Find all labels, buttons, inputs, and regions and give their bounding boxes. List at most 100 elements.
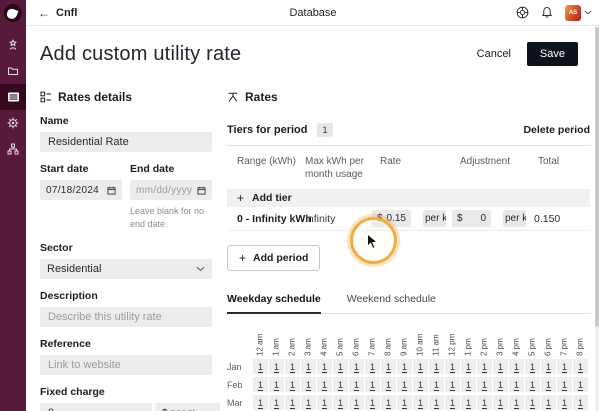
month-label: Mar bbox=[227, 395, 253, 410]
schedule-cell[interactable]: 1 bbox=[445, 395, 460, 410]
schedule-cell[interactable]: 1 bbox=[301, 395, 316, 410]
schedule-tabs: Weekday schedule Weekend schedule bbox=[227, 293, 590, 314]
adjustment-input[interactable]: $0 bbox=[452, 210, 491, 227]
schedule-cell[interactable]: 1 bbox=[285, 377, 300, 392]
schedule-cell[interactable]: 1 bbox=[253, 395, 268, 410]
schedule-cell[interactable]: 1 bbox=[445, 359, 460, 374]
rate-input[interactable]: $0.15 bbox=[372, 210, 411, 227]
schedule-cell[interactable]: 1 bbox=[333, 395, 348, 410]
save-button[interactable]: Save bbox=[527, 42, 578, 66]
schedule-cell[interactable]: 1 bbox=[253, 377, 268, 392]
schedule-cell[interactable]: 1 bbox=[381, 395, 396, 410]
rate-unit-select[interactable]: per k bbox=[423, 210, 446, 227]
schedule-cell[interactable]: 1 bbox=[541, 395, 556, 410]
schedule-cell[interactable]: 1 bbox=[509, 377, 524, 392]
schedule-cell[interactable]: 1 bbox=[477, 377, 492, 392]
schedule-cell[interactable]: 1 bbox=[269, 395, 284, 410]
schedule-cell[interactable]: 1 bbox=[541, 377, 556, 392]
schedule-cell[interactable]: 1 bbox=[445, 377, 460, 392]
schedule-cell[interactable]: 1 bbox=[525, 395, 540, 410]
sidebar-item-settings[interactable] bbox=[0, 110, 26, 136]
schedule-cell[interactable]: 1 bbox=[525, 359, 540, 374]
schedule-cell[interactable]: 1 bbox=[317, 395, 332, 410]
schedule-cell[interactable]: 1 bbox=[429, 395, 444, 410]
schedule-cell[interactable]: 1 bbox=[269, 377, 284, 392]
schedule-cell[interactable]: 1 bbox=[381, 377, 396, 392]
delete-period-button[interactable]: Delete period bbox=[523, 124, 590, 136]
schedule-cell[interactable]: 1 bbox=[397, 377, 412, 392]
add-period-button[interactable]: + Add period bbox=[227, 245, 320, 271]
schedule-cell[interactable]: 1 bbox=[557, 377, 572, 392]
breadcrumb[interactable]: Cnfl bbox=[56, 7, 77, 19]
schedule-cell[interactable]: 1 bbox=[413, 359, 428, 374]
schedule-cell[interactable]: 1 bbox=[413, 377, 428, 392]
sector-select[interactable]: Residential bbox=[40, 259, 212, 279]
schedule-cell[interactable]: 1 bbox=[525, 377, 540, 392]
sidebar-item-projects[interactable] bbox=[0, 58, 26, 84]
schedule-cell[interactable]: 1 bbox=[429, 359, 444, 374]
schedule-cell[interactable]: 1 bbox=[365, 395, 380, 410]
sidebar-item-people[interactable] bbox=[0, 32, 26, 58]
back-arrow-icon[interactable]: ← bbox=[38, 6, 50, 20]
sidebar-item-database[interactable] bbox=[0, 84, 26, 110]
schedule-cell[interactable]: 1 bbox=[477, 395, 492, 410]
end-date-help: Leave blank for no end date bbox=[130, 205, 212, 231]
schedule-cell[interactable]: 1 bbox=[349, 359, 364, 374]
schedule-cell[interactable]: 1 bbox=[493, 395, 508, 410]
schedule-cell[interactable]: 1 bbox=[397, 359, 412, 374]
scrollbar-thumb[interactable] bbox=[595, 27, 599, 327]
schedule-cell[interactable]: 1 bbox=[365, 359, 380, 374]
tab-weekend-schedule[interactable]: Weekend schedule bbox=[347, 293, 436, 313]
bell-icon[interactable] bbox=[541, 6, 553, 19]
schedule-cell[interactable]: 1 bbox=[461, 377, 476, 392]
hour-label: 2 am bbox=[285, 322, 300, 356]
schedule-cell[interactable]: 1 bbox=[397, 395, 412, 410]
schedule-cell[interactable]: 1 bbox=[317, 377, 332, 392]
schedule-cell[interactable]: 1 bbox=[317, 359, 332, 374]
start-date-label: Start date bbox=[40, 163, 122, 175]
sidebar-item-hierarchy[interactable] bbox=[0, 136, 26, 162]
schedule-cell[interactable]: 1 bbox=[349, 377, 364, 392]
schedule-cell[interactable]: 1 bbox=[301, 377, 316, 392]
schedule-cell[interactable]: 1 bbox=[557, 359, 572, 374]
schedule-cell[interactable]: 1 bbox=[269, 359, 284, 374]
add-tier-button[interactable]: + Add tier bbox=[227, 189, 590, 207]
schedule-cell[interactable]: 1 bbox=[493, 377, 508, 392]
schedule-cell[interactable]: 1 bbox=[349, 395, 364, 410]
schedule-cell[interactable]: 1 bbox=[285, 359, 300, 374]
schedule-cell[interactable]: 1 bbox=[541, 359, 556, 374]
schedule-cell[interactable]: 1 bbox=[573, 395, 588, 410]
fixed-charge-input[interactable] bbox=[40, 403, 152, 411]
schedule-cell[interactable]: 1 bbox=[333, 377, 348, 392]
schedule-cell[interactable]: 1 bbox=[573, 359, 588, 374]
end-date-input[interactable]: mm/dd/yyyy bbox=[130, 180, 212, 200]
help-icon[interactable] bbox=[516, 6, 529, 19]
schedule-cell[interactable]: 1 bbox=[557, 395, 572, 410]
start-date-input[interactable]: 07/18/2024 bbox=[40, 180, 122, 200]
brand-logo-icon[interactable] bbox=[4, 4, 22, 22]
schedule-cell[interactable]: 1 bbox=[301, 359, 316, 374]
adjustment-unit-select[interactable]: per k bbox=[503, 210, 526, 227]
account-menu[interactable]: AS bbox=[565, 5, 592, 21]
schedule-cell[interactable]: 1 bbox=[429, 377, 444, 392]
schedule-cell[interactable]: 1 bbox=[509, 359, 524, 374]
schedule-cell[interactable]: 1 bbox=[381, 359, 396, 374]
schedule-cell[interactable]: 1 bbox=[461, 359, 476, 374]
tab-weekday-schedule[interactable]: Weekday schedule bbox=[227, 293, 321, 314]
vertical-scrollbar[interactable] bbox=[595, 27, 599, 411]
schedule-cell[interactable]: 1 bbox=[461, 395, 476, 410]
schedule-cell[interactable]: 1 bbox=[477, 359, 492, 374]
schedule-cell[interactable]: 1 bbox=[509, 395, 524, 410]
fixed-charge-unit-select[interactable]: $ per m... bbox=[155, 403, 220, 411]
schedule-cell[interactable]: 1 bbox=[285, 395, 300, 410]
schedule-cell[interactable]: 1 bbox=[493, 359, 508, 374]
schedule-cell[interactable]: 1 bbox=[333, 359, 348, 374]
schedule-cell[interactable]: 1 bbox=[573, 377, 588, 392]
schedule-cell[interactable]: 1 bbox=[365, 377, 380, 392]
schedule-cell[interactable]: 1 bbox=[253, 359, 268, 374]
description-input[interactable] bbox=[40, 307, 212, 327]
reference-input[interactable] bbox=[40, 355, 212, 375]
name-input[interactable] bbox=[40, 132, 212, 152]
schedule-cell[interactable]: 1 bbox=[413, 395, 428, 410]
cancel-button[interactable]: Cancel bbox=[477, 48, 511, 60]
